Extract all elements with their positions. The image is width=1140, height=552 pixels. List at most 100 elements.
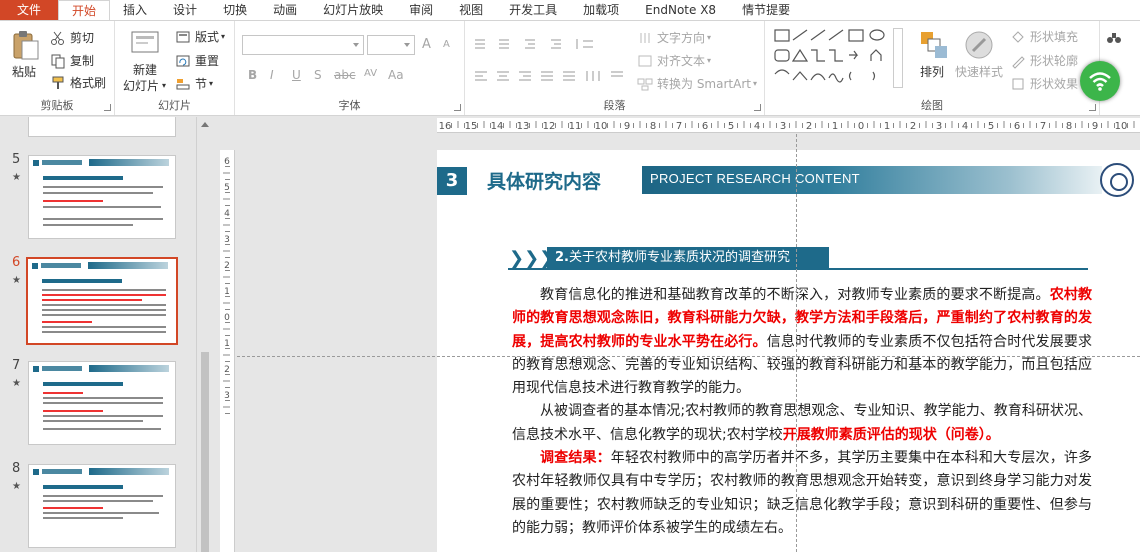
shape-outline-button[interactable]: 形状轮廓 xyxy=(1010,52,1078,69)
tab-developer[interactable]: 开发工具 xyxy=(496,0,570,20)
ruler-h-label: 9 xyxy=(624,121,630,132)
paste-icon[interactable] xyxy=(9,29,41,61)
shrink-font-button[interactable]: A xyxy=(443,39,450,50)
tab-file[interactable]: 文件 xyxy=(0,0,59,20)
format-painter-button[interactable]: 格式刷 xyxy=(50,74,106,91)
shape-effects-button[interactable]: 形状效果 xyxy=(1010,75,1078,92)
bold-button[interactable]: B xyxy=(248,68,257,82)
char-spacing-button[interactable]: AV xyxy=(364,68,377,79)
ruler-h-label: 5 xyxy=(988,121,994,132)
tab-insert[interactable]: 插入 xyxy=(110,0,160,20)
slide-thumbnail-8[interactable] xyxy=(28,464,176,548)
tab-animations[interactable]: 动画 xyxy=(260,0,310,20)
scroll-up-arrow-icon[interactable] xyxy=(201,122,209,127)
italic-button[interactable]: I xyxy=(270,68,274,82)
tab-storyboard[interactable]: 情节提要 xyxy=(729,0,803,20)
drawing-group: 排列 快速样式 形状填充 形状轮廓 形状效果 绘图 xyxy=(765,21,1100,115)
quick-styles-icon[interactable] xyxy=(963,29,995,61)
clipboard-launcher[interactable] xyxy=(104,104,111,111)
section-english-title[interactable]: PROJECT RESEARCH CONTENT xyxy=(650,171,860,186)
slide-canvas[interactable]: 3 具体研究内容 PROJECT RESEARCH CONTENT ❯❯❯ 2.… xyxy=(437,150,1140,552)
grow-font-button[interactable]: A xyxy=(422,37,431,52)
font-group: A A B I U S abc AV Aa 字体 xyxy=(235,21,465,115)
cut-button[interactable]: 剪切 xyxy=(50,29,94,46)
subtitle-box[interactable]: 2.关于农村教师专业素质状况的调查研究 xyxy=(547,247,829,269)
ruler-v-label: 2 xyxy=(224,261,230,271)
shapes-gallery[interactable] xyxy=(773,28,903,88)
slides-group: 新建 幻灯片 ▾ 版式 ▾ 重置 节 ▾ 幻灯片 xyxy=(115,21,235,115)
ruler-h-label: 15 xyxy=(465,121,478,132)
ruler-h-label: 16 xyxy=(439,121,452,132)
ruler-h-label: 1 xyxy=(832,121,838,132)
drawing-launcher[interactable] xyxy=(1089,104,1096,111)
shadow-button[interactable]: S xyxy=(314,68,322,82)
smartart-button[interactable]: 转换为 SmartArt ▾ xyxy=(637,75,757,92)
section-button[interactable]: 节 ▾ xyxy=(175,75,213,92)
shapes-gallery-scroll[interactable] xyxy=(893,28,903,88)
font-launcher[interactable] xyxy=(454,104,461,111)
p2-highlight: 开展教师素质评估的现状（问卷）。 xyxy=(782,426,1000,443)
ruler-h-label: 1 xyxy=(884,121,890,132)
tab-addins[interactable]: 加载项 xyxy=(570,0,632,20)
vertical-guide[interactable] xyxy=(796,134,797,552)
slide-thumbnail-7[interactable] xyxy=(28,361,176,445)
copy-icon xyxy=(50,53,66,69)
new-slide-label-2[interactable]: 幻灯片 ▾ xyxy=(123,77,166,94)
new-slide-label[interactable]: 新建 xyxy=(133,61,157,78)
section-label: 节 xyxy=(195,77,208,91)
smartart-label: 转换为 SmartArt xyxy=(657,77,751,91)
tab-review[interactable]: 审阅 xyxy=(396,0,446,20)
tab-home[interactable]: 开始 xyxy=(58,0,111,21)
tab-design[interactable]: 设计 xyxy=(160,0,210,20)
shape-effects-label: 形状效果 xyxy=(1030,77,1079,91)
new-slide-icon[interactable] xyxy=(129,27,161,59)
tab-view[interactable]: 视图 xyxy=(446,0,496,20)
arrange-button[interactable]: 排列 xyxy=(920,63,944,80)
ruler-v-label: 3 xyxy=(224,391,230,401)
slide-star-5: ★ xyxy=(12,172,21,183)
ruler-h-label: 2 xyxy=(910,121,916,132)
slide-thumbnail-5[interactable] xyxy=(28,155,176,239)
format-painter-label: 格式刷 xyxy=(70,76,107,90)
paragraph-launcher[interactable] xyxy=(754,104,761,111)
ruler-v-label: 5 xyxy=(224,183,230,193)
section-number: 3 xyxy=(437,167,467,195)
align-text-button[interactable]: 对齐文本 ▾ xyxy=(637,52,711,69)
font-name-combo[interactable] xyxy=(242,35,364,55)
wifi-widget[interactable] xyxy=(1080,61,1120,101)
slide-thumbnail-6[interactable] xyxy=(26,257,178,345)
copy-button[interactable]: 复制 xyxy=(50,52,94,69)
new-slide-label-text: 幻灯片 xyxy=(123,79,160,93)
ribbon: 粘贴 剪切 复制 格式刷 剪贴板 新建 幻灯片 ▾ 版式 ▾ 重置 节 ▾ 幻灯… xyxy=(0,20,1140,116)
text-direction-button[interactable]: 文字方向 ▾ xyxy=(637,29,711,46)
list-buttons-icon[interactable] xyxy=(473,37,643,51)
strikethrough-button[interactable]: abc xyxy=(334,68,356,82)
slide-thumbnail-4[interactable] xyxy=(28,117,176,137)
ruler-h-label: 6 xyxy=(702,121,708,132)
tab-transitions[interactable]: 切换 xyxy=(210,0,260,20)
quick-styles-button[interactable]: 快速样式 xyxy=(955,63,1003,80)
change-case-button[interactable]: Aa xyxy=(388,68,404,82)
shape-fill-button[interactable]: 形状填充 xyxy=(1010,28,1078,45)
tab-slideshow[interactable]: 幻灯片放映 xyxy=(310,0,396,20)
horizontal-guide[interactable] xyxy=(237,356,1140,357)
effects-icon xyxy=(1010,76,1026,92)
binoculars-icon[interactable] xyxy=(1106,29,1122,45)
reset-label: 重置 xyxy=(195,54,220,68)
tab-endnote[interactable]: EndNote X8 xyxy=(632,0,729,20)
section-title[interactable]: 具体研究内容 xyxy=(487,167,601,194)
university-seal-logo xyxy=(1100,163,1134,197)
underline-button[interactable]: U xyxy=(292,68,301,82)
font-size-combo[interactable] xyxy=(367,35,415,55)
drawing-group-label: 绘图 xyxy=(921,99,943,112)
reset-button[interactable]: 重置 xyxy=(175,52,219,69)
paragraph-1: 教育信息化的推进和基础教育改革的不断深入，对教师专业素质的要求不断提高。农村教师… xyxy=(512,284,1092,400)
align-buttons-icon[interactable] xyxy=(473,69,629,83)
thumbnail-scrollbar[interactable] xyxy=(196,117,212,552)
layout-button[interactable]: 版式 ▾ xyxy=(175,28,225,45)
arrange-icon[interactable] xyxy=(918,29,950,61)
paste-button[interactable]: 粘贴 xyxy=(12,63,36,80)
layout-label: 版式 xyxy=(195,30,220,44)
body-textbox[interactable]: 教育信息化的推进和基础教育改革的不断深入，对教师专业素质的要求不断提高。农村教师… xyxy=(512,284,1092,540)
thumbnail-scroll-thumb[interactable] xyxy=(201,352,209,552)
